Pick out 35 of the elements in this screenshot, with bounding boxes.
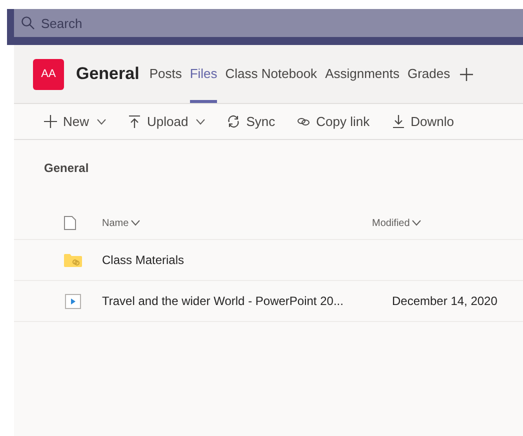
toolbar-button[interactable]: New (44, 112, 106, 132)
file-row[interactable]: Travel and the wider World - PowerPoint 20... December 14, 2020 (14, 281, 523, 322)
caret-icon (412, 220, 421, 226)
toolbar-button[interactable]: Downlo (392, 112, 454, 132)
caret-icon (130, 220, 140, 226)
sync-icon (227, 115, 240, 128)
toolbar-button[interactable]: Copy link (297, 112, 370, 132)
channel-title: General (76, 63, 140, 86)
team-avatar: AA (33, 58, 64, 90)
link-icon (297, 115, 310, 128)
video-file-icon (65, 294, 81, 308)
toolbar-button[interactable]: Sync (227, 112, 276, 132)
file-row[interactable]: Class Materials (14, 240, 523, 281)
tab[interactable]: Grades (407, 45, 450, 103)
breadcrumb[interactable]: General (44, 159, 523, 177)
column-header[interactable]: Modified (372, 216, 421, 230)
toolbar-button[interactable]: Upload (128, 112, 206, 132)
caret-icon (97, 118, 106, 124)
search-icon (21, 16, 35, 30)
folder-icon (64, 254, 82, 266)
search-field[interactable]: Search (14, 9, 523, 37)
tab[interactable]: Class Notebook (225, 45, 318, 103)
file-type-icon (64, 216, 76, 230)
file-name[interactable]: Class Materials (102, 251, 392, 269)
add-tab-icon[interactable] (460, 68, 474, 80)
upload-icon (128, 115, 142, 128)
tab[interactable]: Files (190, 45, 218, 103)
file-name[interactable]: Travel and the wider World - PowerPoint 20... (102, 292, 392, 310)
plus-icon (44, 115, 57, 128)
column-header[interactable]: Name (102, 216, 372, 230)
tab[interactable]: Posts (149, 45, 182, 103)
caret-icon (196, 118, 206, 124)
modified-date: December 14, 2020 (392, 293, 498, 310)
download-icon (392, 115, 405, 128)
tab[interactable]: Assignments (325, 45, 400, 103)
